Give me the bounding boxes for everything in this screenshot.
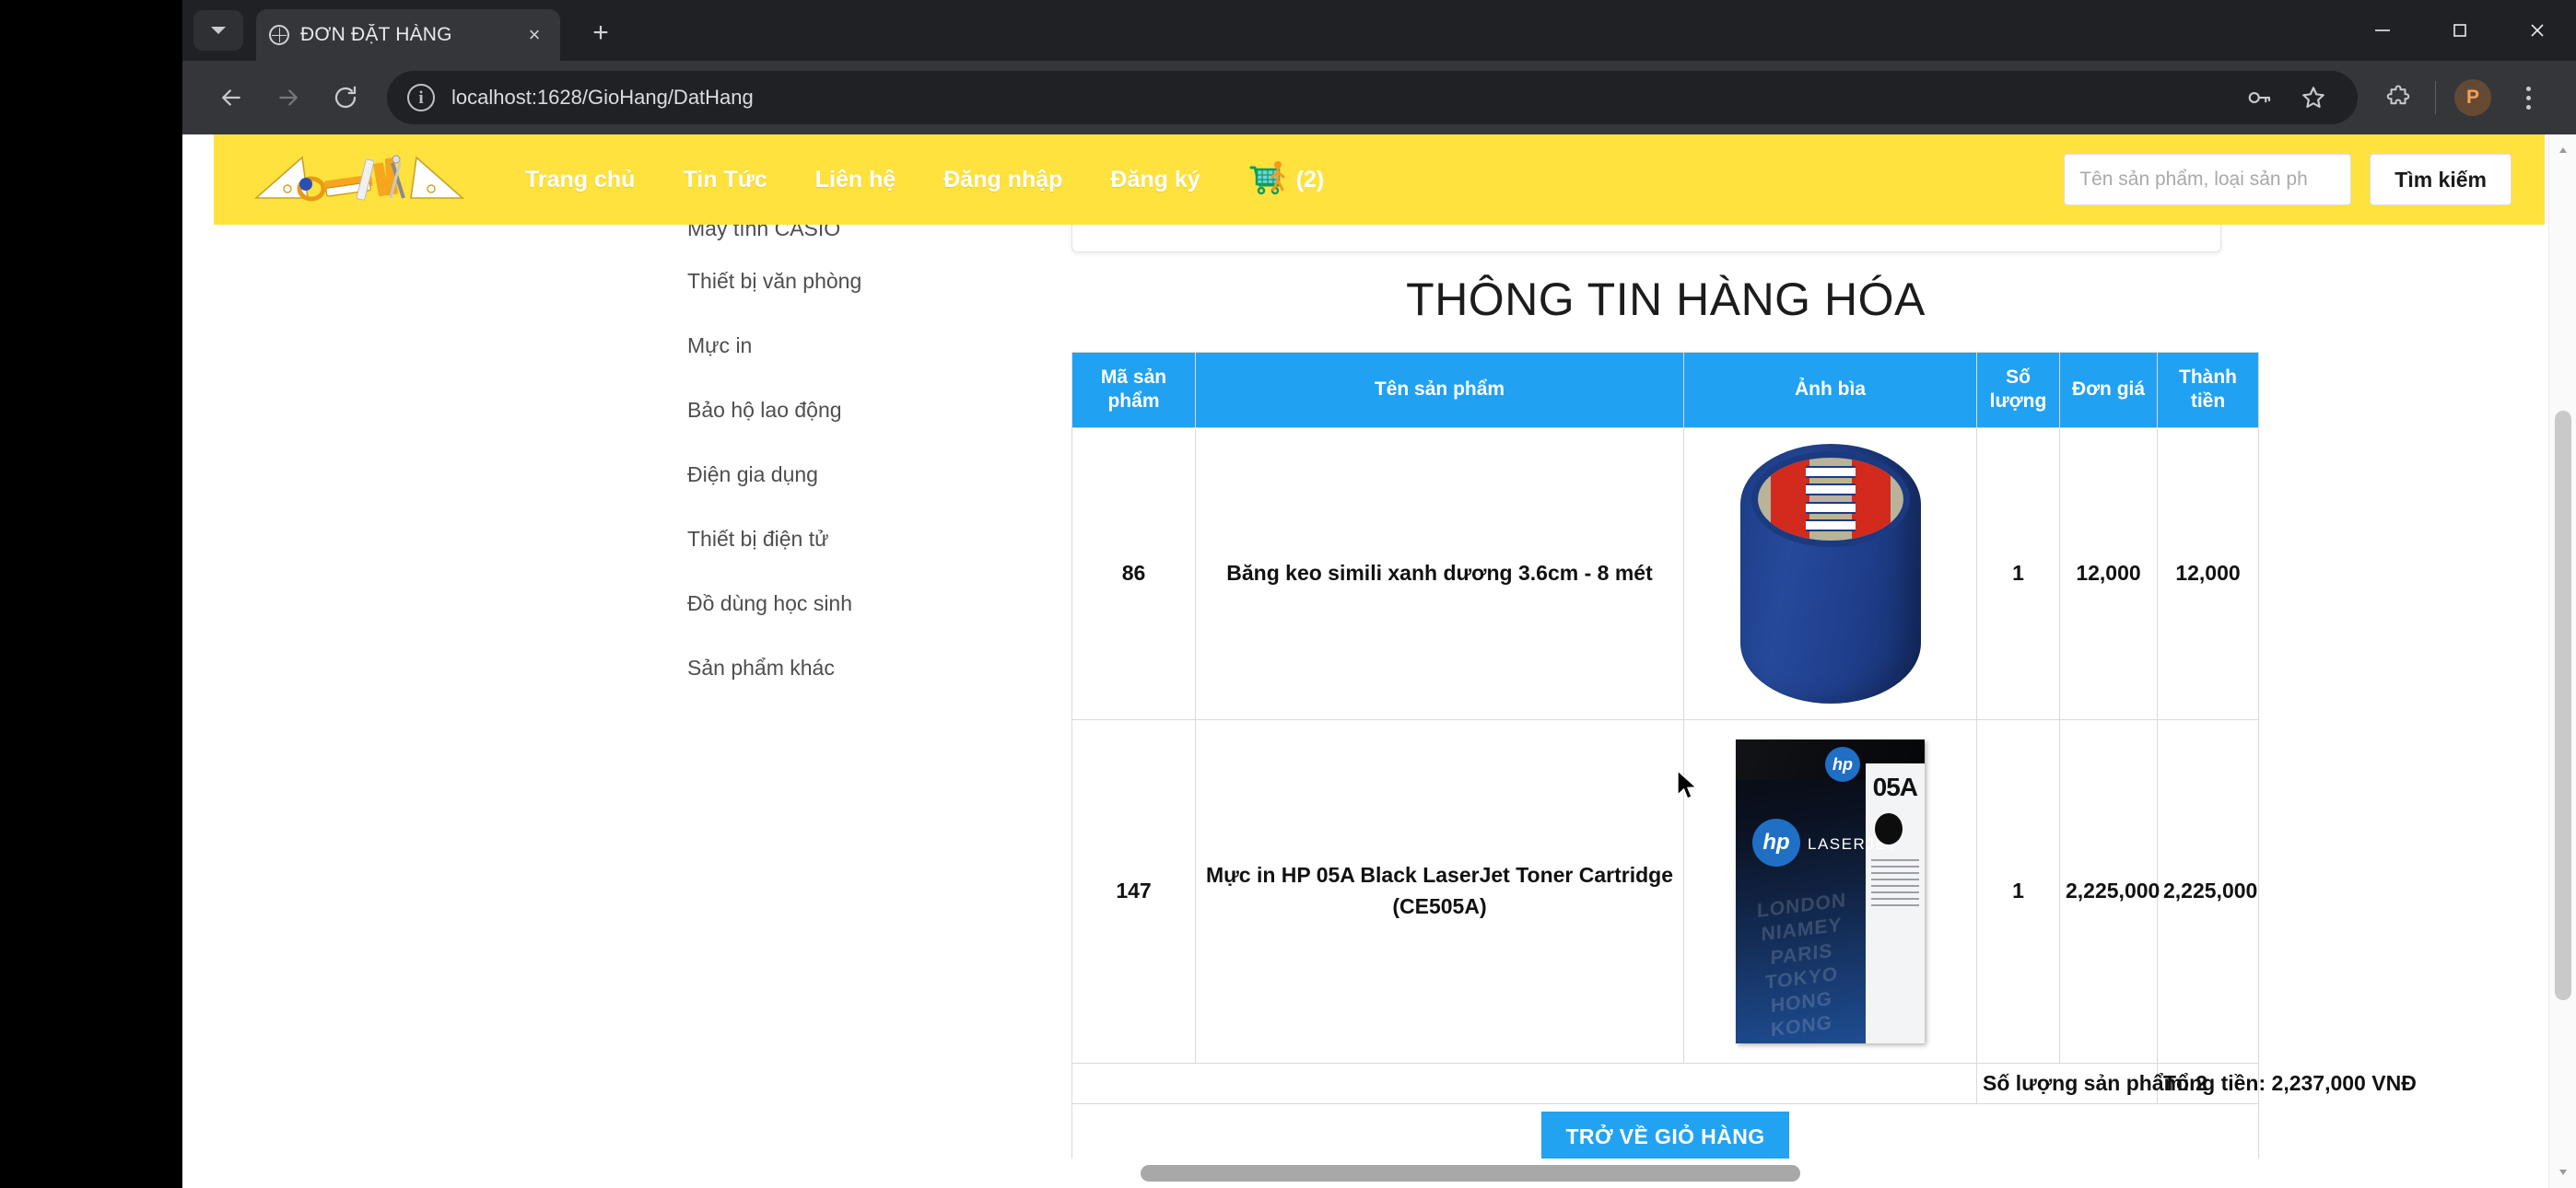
key-icon[interactable]	[2236, 74, 2284, 122]
horizontal-scrollbar[interactable]	[182, 1159, 2548, 1188]
cell-product-image: hp hp LASERJET 05A LONDON NIAMEY PARIS T…	[1683, 718, 1977, 1064]
hp-logo-icon: hp	[1752, 818, 1800, 867]
new-tab-button[interactable]: +	[580, 13, 621, 53]
vertical-scrollbar[interactable]	[2548, 134, 2576, 1188]
cell-product-code: 86	[1071, 426, 1196, 720]
table-summary-row: Số lượng sản phẩm: 2 Tổng tiền: 2,237,00…	[1071, 1062, 2417, 1104]
search-area: Tìm kiếm	[2064, 154, 2512, 205]
back-to-cart-button[interactable]: TRỞ VỀ GIỎ HÀNG	[1541, 1111, 1789, 1162]
browser-window: ĐƠN ĐẶT HÀNG × + i localhost:1628/GioHan…	[182, 0, 2576, 1188]
table-header-row: Mã sản phẩm Tên sản phẩm Ảnh bìa Số lượn…	[1071, 352, 2259, 428]
nav-links: Trang chủ Tin Tức Liên hệ Đăng nhập Đăng…	[501, 157, 1342, 204]
address-bar[interactable]: i localhost:1628/GioHang/DatHang	[387, 71, 2358, 124]
page-title-goods: THÔNG TIN HÀNG HÓA	[1406, 274, 1926, 325]
toolbar-divider	[2435, 81, 2436, 114]
toolbar-right-actions: P	[2371, 70, 2556, 125]
three-dots-icon[interactable]	[2500, 70, 2556, 125]
forward-arrow-icon[interactable]	[260, 69, 317, 126]
tab-search-button[interactable]	[193, 10, 243, 51]
browser-toolbar: i localhost:1628/GioHang/DatHang P	[182, 61, 2576, 134]
scroll-down-arrow-icon[interactable]	[2549, 1159, 2576, 1186]
minimize-icon[interactable]	[2344, 0, 2421, 61]
sidebar-item-label: Sản phẩm khác	[687, 655, 835, 680]
site-navbar: Trang chủ Tin Tức Liên hệ Đăng nhập Đăng…	[214, 134, 2545, 225]
reload-icon[interactable]	[317, 69, 374, 126]
main-content: THÔNG TIN HÀNG HÓA Mã sản phẩm Tên sản p…	[1071, 273, 2417, 1188]
col-header-thanh-tien: Thành tiền	[2157, 352, 2259, 428]
nav-item-tin-tuc[interactable]: Tin Tức	[659, 167, 790, 193]
toner-model: 05A	[1872, 772, 1918, 801]
star-icon[interactable]	[2289, 74, 2337, 122]
nav-item-lien-he[interactable]: Liên hệ	[791, 167, 920, 193]
sidebar-item-dien-gia-dung[interactable]: Điện gia dụng	[687, 442, 1037, 507]
toner-cities-art: LONDON NIAMEY PARIS TOKYO HONG KONG NEW …	[1757, 889, 1846, 1045]
url-text: localhost:1628/GioHang/DatHang	[451, 86, 754, 109]
sidebar-item-do-dung-hoc-sinh[interactable]: Đồ dùng học sinh	[687, 571, 1037, 635]
site-info-icon[interactable]: i	[407, 84, 435, 111]
cell-unit-price: 2,225,000	[2059, 718, 2160, 1064]
col-header-ten-san-pham: Tên sản phẩm	[1195, 352, 1684, 428]
hp-logo-icon: hp	[1825, 746, 1860, 782]
cell-product-code: 147	[1071, 718, 1196, 1064]
tab-title: ĐƠN ĐẶT HÀNG	[300, 24, 452, 45]
sidebar-item-muc-in[interactable]: Mực in	[687, 313, 1037, 378]
back-arrow-icon[interactable]	[203, 69, 260, 126]
cell-quantity: 1	[1976, 718, 2060, 1064]
tab-strip: ĐƠN ĐẶT HÀNG × +	[182, 0, 2576, 61]
nav-item-dang-nhap[interactable]: Đăng nhập	[919, 167, 1086, 193]
window-controls	[2344, 0, 2576, 61]
cell-quantity: 1	[1976, 426, 2060, 720]
summary-quantity: Số lượng sản phẩm: 2	[1976, 1062, 2207, 1104]
shopping-cart-icon	[1243, 157, 1287, 204]
cart-count: (2)	[1295, 166, 1325, 192]
maximize-icon[interactable]	[2421, 0, 2499, 61]
cell-product-image	[1683, 426, 1977, 720]
puzzle-icon[interactable]	[2371, 70, 2426, 125]
sidebar-item-thiet-bi-van-phong[interactable]: Thiết bị văn phòng	[687, 249, 1037, 313]
close-icon[interactable]: ×	[521, 22, 547, 48]
sidebar-item-label: Bảo hộ lao động	[687, 397, 842, 422]
page-viewport: Trang chủ Tin Tức Liên hệ Đăng nhập Đăng…	[182, 134, 2576, 1188]
col-header-anh-bia: Ảnh bìa	[1683, 352, 1977, 428]
search-input[interactable]	[2064, 154, 2352, 205]
site-logo[interactable]	[245, 141, 474, 218]
profile-avatar[interactable]: P	[2454, 79, 2491, 116]
sidebar-item-label: Điện gia dụng	[687, 461, 818, 486]
blue-tape-roll-image	[1690, 436, 1971, 712]
nav-item-dang-ky[interactable]: Đăng ký	[1086, 167, 1224, 193]
table-row: 147 Mực in HP 05A Black LaserJet Toner C…	[1071, 718, 2259, 1064]
category-sidebar: Máy tính CASIO Thiết bị văn phòng Mực in…	[687, 216, 1037, 700]
nav-item-trang-chu[interactable]: Trang chủ	[501, 167, 659, 193]
vertical-scrollbar-thumb[interactable]	[2555, 411, 2571, 1000]
cell-line-total: 12,000	[2157, 426, 2259, 720]
horizontal-scrollbar-thumb[interactable]	[1141, 1165, 1800, 1182]
col-header-so-luong: Số lượng	[1976, 352, 2060, 428]
browser-tab[interactable]: ĐƠN ĐẶT HÀNG ×	[256, 9, 560, 61]
cell-line-total: 2,225,000	[2157, 718, 2259, 1064]
hp-toner-cartridge-image: hp hp LASERJET 05A LONDON NIAMEY PARIS T…	[1690, 728, 1971, 1055]
sidebar-item-label: Đồ dùng học sinh	[687, 590, 853, 615]
sidebar-item-label: Thiết bị văn phòng	[687, 268, 862, 293]
col-header-ma-san-pham: Mã sản phẩm	[1071, 352, 1196, 428]
cell-product-name: Mực in HP 05A Black LaserJet Toner Cartr…	[1195, 718, 1684, 1064]
cart-link[interactable]: (2)	[1224, 157, 1343, 204]
close-icon[interactable]	[2499, 0, 2576, 61]
search-button[interactable]: Tìm kiếm	[2370, 154, 2512, 205]
sidebar-item-san-pham-khac[interactable]: Sản phẩm khác	[687, 635, 1037, 700]
sidebar-item-thiet-bi-dien-tu[interactable]: Thiết bị điện tử	[687, 507, 1037, 571]
globe-icon	[269, 25, 289, 45]
cell-unit-price: 12,000	[2059, 426, 2158, 720]
table-row: 86 Băng keo simili xanh dương 3.6cm - 8 …	[1071, 426, 2259, 720]
scroll-up-arrow-icon[interactable]	[2549, 136, 2576, 164]
sidebar-item-label: Mực in	[687, 332, 753, 357]
goods-table: Mã sản phẩm Tên sản phẩm Ảnh bìa Số lượn…	[1071, 352, 2417, 1171]
sidebar-item-label: Thiết bị điện tử	[687, 526, 829, 551]
summary-total: Tổng tiền: 2,237,000 VNĐ	[2157, 1062, 2417, 1104]
col-header-don-gia: Đơn giá	[2059, 352, 2158, 428]
cell-product-name: Băng keo simili xanh dương 3.6cm - 8 mét	[1195, 426, 1684, 720]
sidebar-item-bao-ho-lao-dong[interactable]: Bảo hộ lao động	[687, 378, 1037, 442]
chevron-down-icon	[211, 27, 226, 34]
